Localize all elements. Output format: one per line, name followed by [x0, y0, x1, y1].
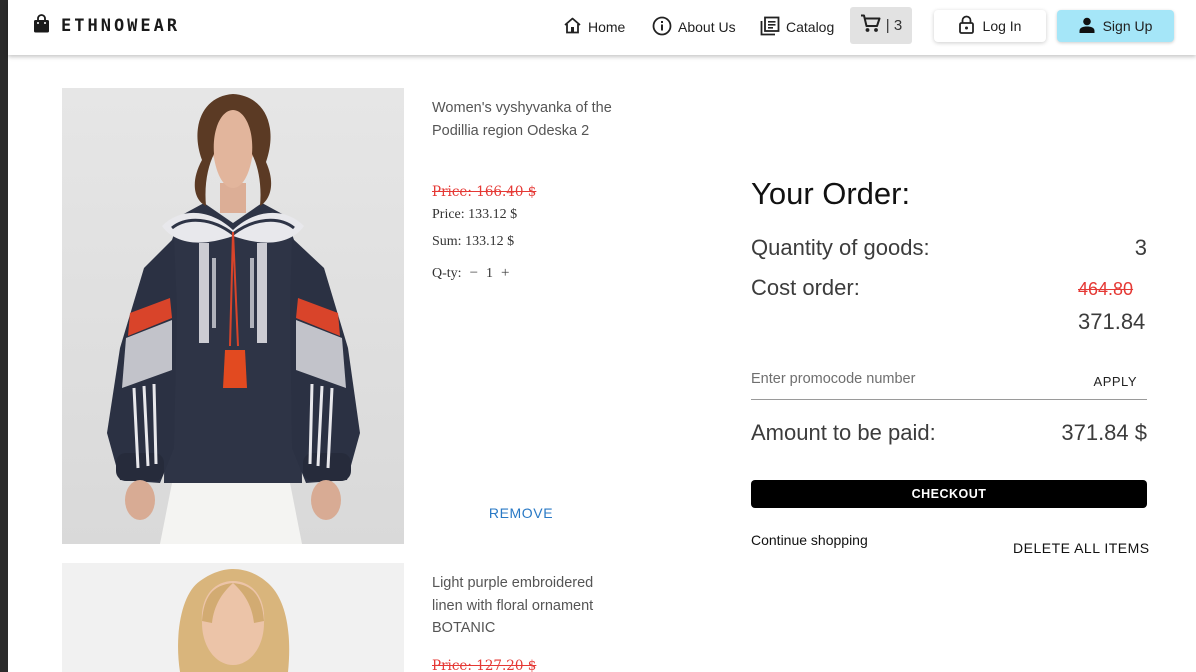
promocode-input[interactable] [751, 371, 1071, 387]
checkout-button[interactable]: CHECKOUT [751, 480, 1147, 508]
increase-quantity-button[interactable]: + [493, 265, 517, 282]
product-old-price: Price: 166.40 $ [432, 184, 537, 200]
login-button[interactable]: Log In [934, 10, 1046, 42]
product-price: Price: 133.12 $ [432, 207, 518, 222]
quantity-of-goods-row: Quantity of goods: 3 [751, 235, 1147, 261]
nav-home-label: Home [588, 19, 626, 35]
cost-order-label: Cost order: [751, 275, 860, 300]
info-icon [652, 16, 672, 39]
product-sum: Sum: 133.12 $ [432, 234, 515, 249]
product-image[interactable] [62, 88, 404, 544]
cart-button[interactable]: | 3 [850, 7, 912, 44]
signup-button[interactable]: Sign Up [1057, 10, 1174, 42]
nav-about-label: About Us [678, 19, 736, 35]
nav-about[interactable]: About Us [652, 13, 736, 41]
top-navbar: ETHNOWEAR Home About Us Catalog | 3 Log … [8, 0, 1196, 55]
quantity-value: 1 [486, 265, 494, 281]
continue-shopping-link[interactable]: Continue shopping [751, 532, 868, 548]
quantity-label: Q-ty: [432, 265, 462, 281]
login-label: Log In [982, 18, 1022, 34]
product-image[interactable] [62, 563, 404, 672]
nav-catalog[interactable]: Catalog [760, 13, 834, 41]
quantity-of-goods-label: Quantity of goods: [751, 235, 930, 260]
signup-label: Sign Up [1102, 18, 1153, 34]
apply-promocode-button[interactable]: APPLY [1094, 374, 1137, 389]
product-title[interactable]: Light purple embroidered linen with flor… [432, 572, 612, 640]
quantity-stepper: Q-ty: − 1 + [432, 265, 518, 282]
amount-to-pay-value: 371.84 $ [1061, 420, 1147, 445]
remove-item-button[interactable]: REMOVE [480, 505, 562, 521]
cart-count: | 3 [885, 17, 903, 34]
order-title: Your Order: [751, 176, 911, 211]
quantity-of-goods-value: 3 [1134, 235, 1147, 260]
lock-icon [958, 15, 974, 37]
product-old-price: Price: 127.20 $ [432, 658, 537, 672]
amount-to-pay-label: Amount to be paid: [751, 420, 936, 445]
nav-home[interactable]: Home [563, 13, 625, 41]
cost-order-value: 371.84 [1078, 309, 1146, 334]
nav-catalog-label: Catalog [786, 19, 835, 35]
promocode-field: APPLY [751, 366, 1147, 400]
home-icon [563, 17, 582, 37]
shopping-bag-icon [33, 14, 50, 38]
brand-logo[interactable]: ETHNOWEAR [33, 14, 180, 38]
decrease-quantity-button[interactable]: − [462, 265, 486, 282]
cart-icon [860, 14, 881, 37]
cost-order-old-value: 464.80 [1078, 279, 1134, 299]
amount-to-pay-row: Amount to be paid: 371.84 $ [751, 420, 1147, 446]
person-icon [1079, 17, 1095, 36]
brand-name: ETHNOWEAR [61, 16, 181, 36]
product-title[interactable]: Women's vyshyvanka of the Podillia regio… [432, 97, 612, 142]
catalog-icon [760, 16, 780, 39]
window-edge [0, 0, 8, 672]
delete-all-items-button[interactable]: DELETE ALL ITEMS [1013, 540, 1150, 556]
